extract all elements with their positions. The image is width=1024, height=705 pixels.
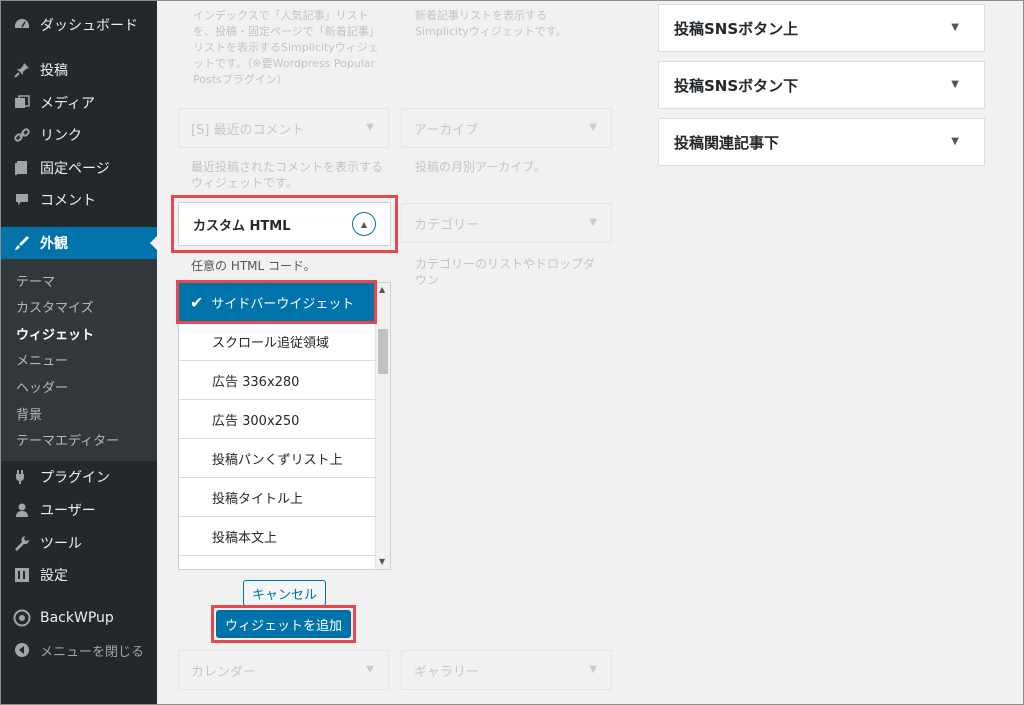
widget-title: カテゴリー xyxy=(414,217,480,233)
chooser-option[interactable]: 投稿本文上 xyxy=(179,517,376,556)
menu-collapse[interactable]: メニューを閉じる xyxy=(1,634,157,666)
submenu-customize[interactable]: カスタマイズ xyxy=(16,297,94,316)
submenu-themes[interactable]: テーマ xyxy=(16,271,55,290)
menu-label: コメント xyxy=(40,193,96,209)
menu-pages[interactable]: 固定ページ xyxy=(1,152,157,184)
menu-settings[interactable]: 設定 xyxy=(1,559,157,591)
archive-desc: 投稿の月別アーカイブ。 xyxy=(415,160,546,174)
submenu-menus[interactable]: メニュー xyxy=(16,350,68,369)
menu-label: 設定 xyxy=(40,568,68,584)
menu-users[interactable]: ユーザー xyxy=(1,494,157,526)
widget-area-sns-bottom[interactable]: 投稿SNSボタン下 ▼ xyxy=(658,61,985,109)
menu-posts[interactable]: 投稿 xyxy=(1,54,157,86)
new-widget-desc: 新着記事リストを表示するSimplicityウィジェットです。 xyxy=(415,9,567,38)
chooser-option-partial[interactable] xyxy=(179,556,376,569)
highlight-box xyxy=(171,195,398,253)
caret-down-icon[interactable]: ▼ xyxy=(951,22,959,33)
chooser-option[interactable]: 広告 336x280 xyxy=(179,361,376,400)
widget-recent-comments[interactable]: [S] 最近のコメント ▼ xyxy=(178,108,389,148)
caret-down-icon[interactable]: ▼ xyxy=(951,136,959,147)
chooser-option[interactable]: スクロール追従領域 xyxy=(179,322,376,361)
widget-title: アーカイブ xyxy=(414,122,479,138)
widget-area-related-bottom[interactable]: 投稿関連記事下 ▼ xyxy=(658,118,985,166)
media-icon xyxy=(12,93,32,113)
menu-media[interactable]: メディア xyxy=(1,87,157,119)
custom-html-desc: 任意の HTML コード。 xyxy=(191,259,316,273)
popular-widget-desc: インデックスで「人気記事」リストを、投稿・固定ページで「新着記事」リストを表示す… xyxy=(193,9,380,86)
pin-icon xyxy=(12,60,32,80)
category-desc: カテゴリーのリストやドロップダウン xyxy=(415,257,596,287)
caret-down-icon: ▼ xyxy=(366,664,374,675)
sidebar-chooser-list[interactable]: ✔ サイドバーウイジェット スクロール追従領域 広告 336x280 広告 30… xyxy=(178,282,391,570)
scrollbar-thumb[interactable] xyxy=(378,329,388,374)
backwpup-icon xyxy=(12,608,32,628)
widget-area-title: 投稿関連記事下 xyxy=(674,133,780,152)
widget-category[interactable]: カテゴリー ▼ xyxy=(401,203,612,243)
submenu-widgets[interactable]: ウィジェット xyxy=(16,324,94,343)
submenu-header[interactable]: ヘッダー xyxy=(16,377,68,396)
collapse-icon xyxy=(12,640,32,660)
dashboard-icon xyxy=(12,15,32,35)
appearance-submenu: テーマ カスタマイズ ウィジェット メニュー ヘッダー 背景 テーマエディター xyxy=(1,259,157,461)
scroll-down-icon[interactable]: ▼ xyxy=(379,557,385,566)
wrench-icon xyxy=(12,533,32,553)
caret-down-icon: ▼ xyxy=(589,217,597,228)
caret-down-icon: ▼ xyxy=(589,122,597,133)
scroll-up-icon[interactable]: ▲ xyxy=(379,285,385,294)
plugin-icon xyxy=(12,467,32,487)
menu-label: ダッシュボード xyxy=(40,18,138,34)
widget-gallery[interactable]: ギャラリー ▼ xyxy=(401,650,612,690)
link-icon xyxy=(12,125,32,145)
widget-archive[interactable]: アーカイブ ▼ xyxy=(401,108,612,148)
menu-tools[interactable]: ツール xyxy=(1,527,157,559)
caret-down-icon: ▼ xyxy=(366,122,374,133)
menu-plugins[interactable]: プラグイン xyxy=(1,461,157,493)
admin-sidebar: ダッシュボード 投稿 メディア リンク 固定ページ コメント 外観 テーマ カス… xyxy=(1,1,158,704)
chooser-option[interactable]: 広告 300x250 xyxy=(179,400,376,439)
widget-area-title: 投稿SNSボタン下 xyxy=(674,76,799,95)
caret-down-icon: ▼ xyxy=(589,664,597,675)
recent-comments-desc: 最近投稿されたコメントを表示するウィジェットです。 xyxy=(191,160,384,190)
menu-label: ツール xyxy=(40,536,82,552)
menu-appearance[interactable]: 外観 xyxy=(1,227,158,259)
comment-icon xyxy=(12,190,32,210)
scrollbar[interactable]: ▲ ▼ xyxy=(375,283,390,569)
menu-label: 投稿 xyxy=(40,63,68,79)
highlight-box xyxy=(211,605,356,643)
widget-area-sns-top[interactable]: 投稿SNSボタン上 ▼ xyxy=(658,4,985,52)
menu-dashboard[interactable]: ダッシュボード xyxy=(1,9,157,41)
cancel-button[interactable]: キャンセル xyxy=(243,580,326,606)
widget-area-title: 投稿SNSボタン上 xyxy=(674,19,799,38)
menu-label: BackWPup xyxy=(40,610,114,626)
menu-comments[interactable]: コメント xyxy=(1,184,157,216)
widget-title: ギャラリー xyxy=(414,664,480,680)
widget-calendar[interactable]: カレンダー ▼ xyxy=(178,650,389,690)
highlight-box xyxy=(176,280,377,324)
menu-label: メディア xyxy=(40,96,96,112)
submenu-theme-editor[interactable]: テーマエディター xyxy=(16,430,119,449)
chooser-option[interactable]: 投稿タイトル上 xyxy=(179,478,376,517)
settings-icon xyxy=(12,565,32,585)
appearance-icon xyxy=(12,233,32,253)
menu-links[interactable]: リンク xyxy=(1,119,157,151)
menu-backwpup[interactable]: BackWPup xyxy=(1,602,157,634)
menu-label: リンク xyxy=(40,128,82,144)
menu-label: プラグイン xyxy=(40,470,110,486)
widget-title: [S] 最近のコメント xyxy=(191,122,305,138)
chooser-option[interactable]: 投稿パンくずリスト上 xyxy=(179,439,376,478)
submenu-background[interactable]: 背景 xyxy=(16,404,42,423)
menu-label: メニューを閉じる xyxy=(40,644,145,660)
widget-title: カレンダー xyxy=(191,664,257,680)
menu-label: 固定ページ xyxy=(40,161,110,177)
menu-label: ユーザー xyxy=(40,503,96,519)
user-icon xyxy=(12,500,32,520)
menu-label: 外観 xyxy=(40,236,68,252)
page-icon xyxy=(12,158,32,178)
caret-down-icon[interactable]: ▼ xyxy=(951,79,959,90)
